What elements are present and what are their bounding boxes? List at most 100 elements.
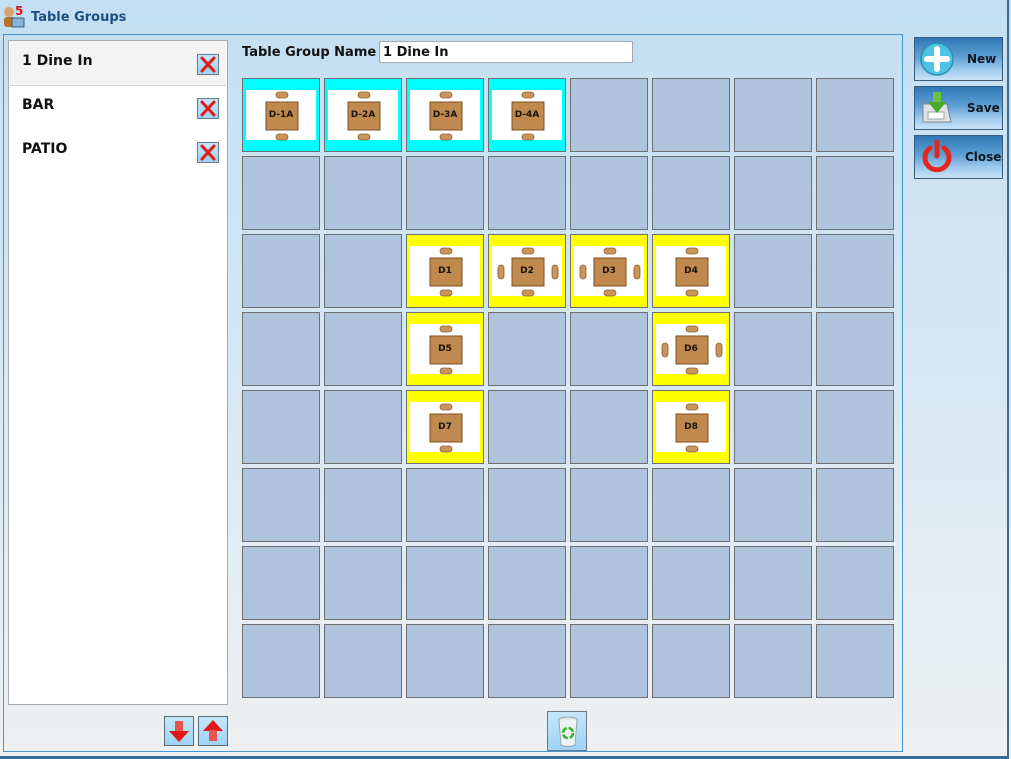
empty-grid-cell[interactable] — [242, 468, 320, 542]
empty-grid-cell[interactable] — [734, 546, 812, 620]
empty-grid-cell[interactable] — [324, 546, 402, 620]
empty-grid-cell[interactable] — [406, 546, 484, 620]
empty-grid-cell[interactable] — [242, 546, 320, 620]
delete-group-button[interactable] — [197, 54, 219, 75]
table-cell[interactable]: D-2A — [324, 78, 402, 152]
move-down-button[interactable] — [164, 716, 194, 746]
chair-icon — [685, 445, 699, 453]
empty-grid-cell[interactable] — [242, 624, 320, 698]
table-cell[interactable]: D1 — [406, 234, 484, 308]
table-cell[interactable]: D5 — [406, 312, 484, 386]
group-item-dine-in[interactable]: 1 Dine In — [10, 41, 226, 86]
empty-grid-cell[interactable] — [406, 624, 484, 698]
table-cell[interactable]: D8 — [652, 390, 730, 464]
group-item-patio[interactable]: PATIO — [10, 131, 226, 175]
empty-grid-cell[interactable] — [570, 624, 648, 698]
empty-grid-cell[interactable] — [816, 234, 894, 308]
chair-icon — [521, 133, 535, 141]
empty-grid-cell[interactable] — [570, 468, 648, 542]
empty-grid-cell[interactable] — [324, 390, 402, 464]
chair-icon — [685, 325, 699, 333]
empty-grid-cell[interactable] — [734, 156, 812, 230]
svg-text:5: 5 — [15, 4, 23, 18]
empty-grid-cell[interactable] — [570, 78, 648, 152]
delete-x-icon — [200, 100, 216, 117]
delete-group-button[interactable] — [197, 142, 219, 163]
empty-grid-cell[interactable] — [488, 312, 566, 386]
empty-grid-cell[interactable] — [570, 312, 648, 386]
table-cell[interactable]: D6 — [652, 312, 730, 386]
chair-icon — [521, 289, 535, 297]
table-label: D8 — [684, 422, 698, 432]
table-cell[interactable]: D2 — [488, 234, 566, 308]
empty-grid-cell[interactable] — [734, 78, 812, 152]
chair-icon — [439, 367, 453, 375]
table-label: D6 — [684, 344, 698, 354]
arrow-down-icon — [169, 721, 189, 742]
empty-grid-cell[interactable] — [816, 468, 894, 542]
table-label: D2 — [520, 266, 534, 276]
table-cell[interactable]: D3 — [570, 234, 648, 308]
table-label: D-1A — [268, 110, 294, 120]
empty-grid-cell[interactable] — [406, 156, 484, 230]
table-cell[interactable]: D4 — [652, 234, 730, 308]
empty-grid-cell[interactable] — [570, 546, 648, 620]
empty-grid-cell[interactable] — [406, 468, 484, 542]
empty-grid-cell[interactable] — [324, 312, 402, 386]
new-button[interactable]: New — [914, 37, 1003, 81]
table-cell[interactable]: D-1A — [242, 78, 320, 152]
empty-grid-cell[interactable] — [734, 624, 812, 698]
empty-grid-cell[interactable] — [488, 156, 566, 230]
move-up-button[interactable] — [198, 716, 228, 746]
empty-grid-cell[interactable] — [324, 624, 402, 698]
empty-grid-cell[interactable] — [816, 546, 894, 620]
table-tile: D1 — [410, 246, 480, 297]
table-label: D-4A — [514, 110, 540, 120]
close-button[interactable]: Close — [914, 135, 1003, 179]
chair-icon — [603, 247, 617, 255]
empty-grid-cell[interactable] — [816, 624, 894, 698]
empty-grid-cell[interactable] — [242, 234, 320, 308]
empty-grid-cell[interactable] — [652, 546, 730, 620]
empty-grid-cell[interactable] — [324, 468, 402, 542]
empty-grid-cell[interactable] — [242, 390, 320, 464]
empty-grid-cell[interactable] — [652, 78, 730, 152]
empty-grid-cell[interactable] — [570, 390, 648, 464]
empty-grid-cell[interactable] — [242, 312, 320, 386]
empty-grid-cell[interactable] — [652, 156, 730, 230]
delete-group-button[interactable] — [197, 98, 219, 119]
recycle-bin-button[interactable] — [547, 711, 587, 751]
table-cell[interactable]: D-4A — [488, 78, 566, 152]
group-item-label: BAR — [22, 97, 55, 113]
empty-grid-cell[interactable] — [324, 234, 402, 308]
window-border-right — [1007, 0, 1009, 759]
empty-grid-cell[interactable] — [324, 156, 402, 230]
group-item-bar[interactable]: BAR — [10, 87, 226, 131]
empty-grid-cell[interactable] — [488, 546, 566, 620]
empty-grid-cell[interactable] — [488, 468, 566, 542]
chair-icon — [439, 403, 453, 411]
table-cell[interactable]: D-3A — [406, 78, 484, 152]
empty-grid-cell[interactable] — [488, 624, 566, 698]
empty-grid-cell[interactable] — [652, 624, 730, 698]
empty-grid-cell[interactable] — [734, 390, 812, 464]
table-group-name-input[interactable] — [379, 41, 633, 63]
table-tile: D3 — [574, 246, 644, 297]
empty-grid-cell[interactable] — [734, 468, 812, 542]
empty-grid-cell[interactable] — [570, 156, 648, 230]
table-cell[interactable]: D7 — [406, 390, 484, 464]
empty-grid-cell[interactable] — [242, 156, 320, 230]
empty-grid-cell[interactable] — [816, 312, 894, 386]
empty-grid-cell[interactable] — [734, 234, 812, 308]
window-title: Table Groups — [31, 10, 127, 25]
table-tile: D-4A — [492, 90, 562, 141]
table-group-list[interactable]: 1 Dine In BAR PATIO — [8, 40, 228, 705]
empty-grid-cell[interactable] — [652, 468, 730, 542]
recycle-bin-icon — [558, 716, 578, 747]
empty-grid-cell[interactable] — [488, 390, 566, 464]
empty-grid-cell[interactable] — [816, 390, 894, 464]
save-button[interactable]: Save — [914, 86, 1003, 130]
empty-grid-cell[interactable] — [816, 78, 894, 152]
empty-grid-cell[interactable] — [734, 312, 812, 386]
empty-grid-cell[interactable] — [816, 156, 894, 230]
